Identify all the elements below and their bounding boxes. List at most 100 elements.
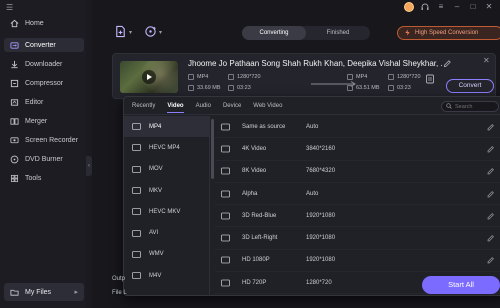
tab-device[interactable]: Device — [223, 97, 241, 115]
src-size: 33.69 MB — [188, 85, 221, 91]
clock-icon — [388, 85, 394, 91]
video-quality-icon — [221, 190, 230, 198]
my-files-button[interactable]: My Files ▸ — [4, 283, 84, 301]
add-files-button[interactable]: ▾ — [114, 24, 132, 40]
sidebar-home[interactable]: Home — [10, 16, 80, 30]
sidebar-item-dvd-burner[interactable]: DVD Burner — [4, 152, 84, 166]
edit-preset-icon[interactable] — [487, 145, 495, 153]
tab-recently[interactable]: Recently — [132, 97, 155, 115]
video-file-icon — [132, 208, 141, 216]
edit-preset-icon[interactable] — [487, 256, 495, 264]
chevron-down-icon: ▾ — [159, 29, 163, 36]
format-item-hevc-mkv[interactable]: HEVC MKV — [124, 201, 209, 222]
edit-preset-icon[interactable] — [487, 167, 495, 175]
screen-recorder-icon — [10, 136, 19, 145]
title-bar: ≡ – □ ✕ — [92, 0, 500, 16]
dst-size: 63.51 MB — [347, 85, 380, 91]
tab-video[interactable]: Video — [167, 97, 184, 115]
maximize-icon[interactable]: □ — [468, 2, 478, 12]
avatar[interactable] — [404, 2, 414, 12]
resolution-item[interactable]: Alpha Auto — [215, 183, 500, 206]
format-icon — [347, 74, 353, 80]
format-item-wmv[interactable]: WMV — [124, 244, 209, 265]
resolution-item[interactable]: Same as source Auto — [215, 116, 500, 139]
video-thumbnail[interactable] — [120, 61, 178, 93]
resolution-item[interactable]: 3D Left-Right 1920*1080 — [215, 227, 500, 250]
headset-icon[interactable] — [420, 2, 430, 12]
high-speed-conversion-toggle[interactable]: High Speed Conversion — [397, 26, 500, 40]
tab-audio[interactable]: Audio — [196, 97, 211, 115]
resolution-item[interactable]: 3D Red-Blue 1920*1080 — [215, 205, 500, 228]
sidebar-item-tools[interactable]: Tools — [4, 171, 84, 185]
size-icon — [188, 85, 194, 91]
sidebar-home-label: Home — [25, 19, 44, 27]
minimize-icon[interactable]: – — [452, 2, 462, 12]
close-icon[interactable]: ✕ — [484, 2, 494, 12]
format-item-mp4[interactable]: MP4 — [124, 116, 209, 138]
resolution-list: Same as source Auto 4K Video 3840*2160 8K … — [215, 116, 500, 296]
remove-file-icon[interactable]: ✕ — [483, 57, 491, 65]
file-card: Jhoome Jo Pathaan Song Shah Rukh Khan, D… — [112, 53, 496, 99]
src-format: MP4 — [188, 74, 208, 80]
video-file-icon — [132, 165, 141, 173]
home-icon — [10, 19, 19, 28]
edit-preset-icon[interactable] — [487, 234, 495, 242]
tab-web-video[interactable]: Web Video — [253, 97, 282, 115]
chevron-right-icon: ▸ — [74, 289, 78, 296]
compressor-icon — [10, 79, 19, 88]
main-panel: ≡ – □ ✕ ▾ ▾ Converting Finished High Spe… — [92, 0, 500, 308]
start-all-button[interactable]: Start All — [422, 276, 500, 294]
format-item-mkv[interactable]: MKV — [124, 180, 209, 201]
sidebar-item-label: Converter — [25, 41, 56, 49]
file-location-label: File L — [112, 290, 127, 296]
sidebar-item-label: Compressor — [25, 79, 64, 87]
search-input[interactable] — [455, 103, 499, 110]
video-file-icon — [132, 144, 141, 152]
format-item-avi[interactable]: AVI — [124, 222, 209, 243]
sidebar-toggle-icon[interactable]: ☰ — [6, 3, 16, 13]
edit-preset-icon[interactable] — [487, 123, 495, 131]
sidebar-item-downloader[interactable]: Downloader — [4, 57, 84, 71]
resolution-icon — [388, 74, 394, 80]
convert-button[interactable]: Convert — [446, 79, 494, 93]
dst-duration: 03:23 — [388, 85, 411, 91]
edit-title-icon[interactable] — [443, 59, 452, 68]
edit-preset-icon[interactable] — [487, 190, 495, 198]
output-settings-icon[interactable] — [425, 74, 435, 84]
video-file-icon — [132, 187, 141, 194]
downloader-icon — [10, 60, 19, 69]
sidebar-item-converter[interactable]: Converter — [4, 38, 84, 52]
sidebar-item-compressor[interactable]: Compressor — [4, 76, 84, 90]
resolution-item[interactable]: 4K Video 3840*2160 — [215, 138, 500, 161]
resolution-item[interactable]: HD 1080P 1920*1080 — [215, 250, 500, 273]
sidebar-item-label: Editor — [25, 98, 44, 106]
toolbar: ▾ ▾ Converting Finished High Speed Conve… — [92, 22, 500, 42]
sidebar-item-label: Screen Recorder — [25, 136, 78, 144]
bottom-bar: Outp File L Start All — [92, 270, 500, 308]
tab-finished[interactable]: Finished — [306, 26, 370, 40]
format-icon — [188, 74, 194, 80]
sidebar-item-merger[interactable]: Merger — [4, 114, 84, 128]
src-resolution: 1280*720 — [228, 74, 261, 80]
format-item-hevc-mp4[interactable]: HEVC MP4 — [124, 137, 209, 158]
converter-icon — [10, 41, 19, 50]
edit-preset-icon[interactable] — [487, 212, 495, 220]
format-list-scrollbar[interactable] — [211, 119, 214, 179]
lightning-icon — [404, 28, 411, 38]
resolution-icon — [228, 74, 234, 80]
tools-icon — [10, 174, 19, 183]
sidebar-item-screen-recorder[interactable]: Screen Recorder — [4, 133, 84, 147]
play-icon[interactable] — [142, 70, 156, 84]
size-icon — [347, 85, 353, 91]
sidebar-item-editor[interactable]: Editor — [4, 95, 84, 109]
tab-converting[interactable]: Converting — [242, 26, 306, 40]
sidebar-item-label: Merger — [25, 117, 48, 125]
menu-icon[interactable]: ≡ — [436, 2, 446, 12]
resolution-item[interactable]: 8K Video 7680*4320 — [215, 161, 500, 183]
add-disc-button[interactable]: ▾ — [144, 24, 162, 40]
output-format-label: Outp — [112, 276, 126, 282]
status-tabs: Converting Finished — [242, 26, 370, 40]
dst-format[interactable]: MP4 — [347, 74, 367, 80]
video-file-icon — [132, 123, 141, 131]
format-item-mov[interactable]: MOV — [124, 159, 209, 180]
